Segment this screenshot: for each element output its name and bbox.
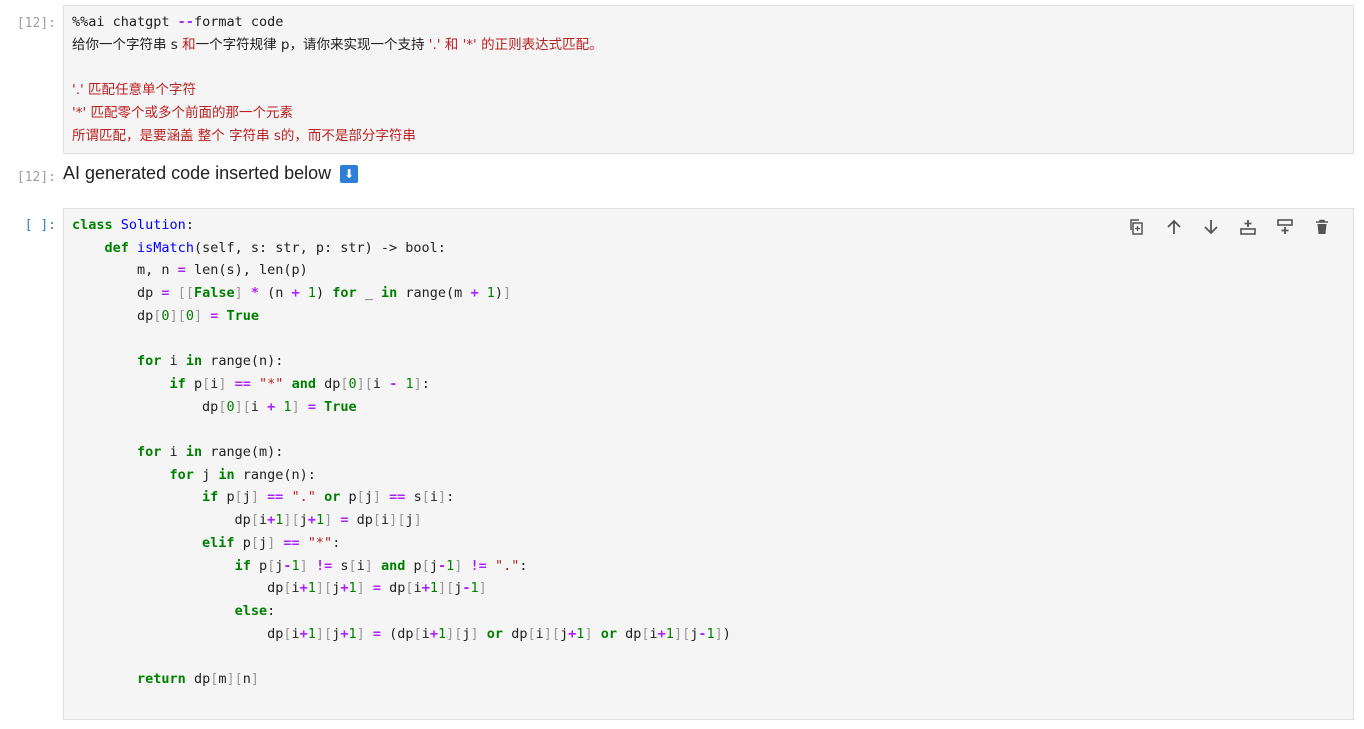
output-text: AI generated code inserted below xyxy=(63,163,332,183)
code-line: else: xyxy=(234,602,276,619)
code-line: dp[i+1][j+1] = dp[i][j] xyxy=(72,512,422,529)
insert-below-icon[interactable] xyxy=(1273,217,1296,237)
code-line: if p[j-1] != s[i] and p[j-1] != ".": xyxy=(234,557,528,574)
delete-icon[interactable] xyxy=(1310,217,1333,237)
code-line: for i in range(m): xyxy=(137,444,284,460)
prompt-text-line: 给你一个字符串 s 和一个字符规律 p，请你来实现一个支持 '.' 和 '*' … xyxy=(72,37,603,53)
code-line: m, n = len(s), len(p) xyxy=(72,262,308,279)
prompt-text-line: 所谓匹配，是要涵盖 整个 字符串 s的，而不是部分字符串 xyxy=(72,128,416,144)
prompt-text-line: '.' 匹配任意单个字符 xyxy=(72,82,197,98)
ai-output-message: AI generated code inserted below ⬇ xyxy=(63,163,359,184)
arrow-down-badge-icon: ⬇ xyxy=(340,165,359,184)
duplicate-icon[interactable] xyxy=(1125,217,1148,237)
code-line: for i in range(n): xyxy=(137,353,284,370)
cell-prompt: [12]: xyxy=(16,16,56,31)
output-prompt: [12]: xyxy=(16,170,56,185)
code-line: elif p[j] == "*": xyxy=(202,534,341,551)
code-line: if p[i] == "*" and dp[0][i - 1]: xyxy=(169,375,430,392)
move-up-icon[interactable] xyxy=(1162,217,1185,237)
code-cell-prompt: [ ]: xyxy=(24,218,56,233)
code-line: dp = [[False] * (n + 1) for _ in range(m… xyxy=(72,285,512,302)
code-line: dp[0][i + 1] = True xyxy=(72,398,357,415)
code-line: dp[i+1][j+1] = dp[i+1][j-1] xyxy=(72,580,487,597)
magic-command-line: %%ai chatgpt --format code xyxy=(72,14,284,30)
code-line: dp[i+1][j+1] = (dp[i+1][j] or dp[i][j+1]… xyxy=(72,625,731,642)
prompt-text-line: '*' 匹配零个或多个前面的那一个元素 xyxy=(72,105,293,121)
code-cell[interactable]: class Solution: def isMatch(self, s: str… xyxy=(63,208,1354,720)
code-line: return dp[m][n] xyxy=(137,671,260,687)
code-line: dp[0][0] = True xyxy=(72,307,260,324)
code-line: for j in range(n): xyxy=(169,466,316,483)
code-line: if p[j] == "." or p[j] == s[i]: xyxy=(202,489,455,506)
ai-magic-cell[interactable]: %%ai chatgpt --format code 给你一个字符串 s 和一个… xyxy=(63,5,1354,154)
insert-above-icon[interactable] xyxy=(1236,217,1259,237)
move-down-icon[interactable] xyxy=(1199,217,1222,237)
code-line: class Solution: xyxy=(72,217,194,233)
cell-toolbar xyxy=(1125,217,1333,237)
code-line: def isMatch(self, s: str, p: str) -> boo… xyxy=(104,239,446,256)
